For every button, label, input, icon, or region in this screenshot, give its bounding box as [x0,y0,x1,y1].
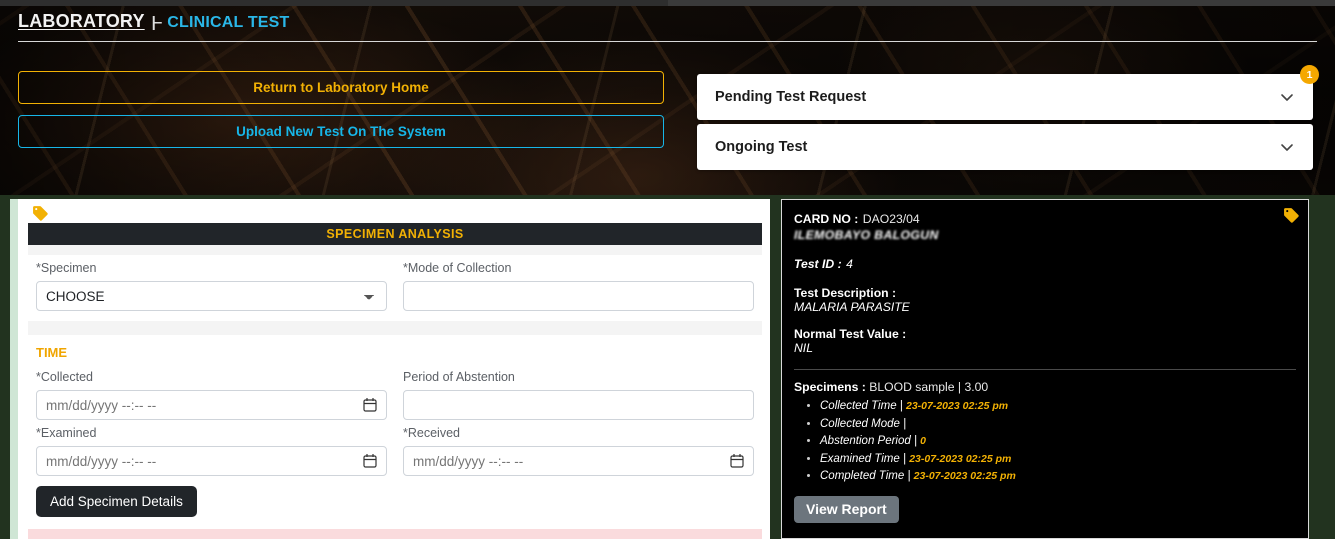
normal-test-value: NIL [794,341,813,355]
header-divider [18,41,1317,42]
accordion-ongoing-test[interactable]: Ongoing Test [697,124,1313,170]
breadcrumb: LABORATORY |– CLINICAL TEST [18,11,290,32]
accordion-ongoing-label: Ongoing Test [715,139,808,155]
header-action-buttons: Return to Laboratory Home Upload New Tes… [18,71,664,148]
time-section-heading: TIME [36,345,68,360]
detail-value: 23-07-2023 02:25 pm [913,470,1016,483]
test-id-label: Test ID : [794,257,842,271]
field-collected: *Collected [28,364,395,420]
detail-label: Examined Time | [820,452,906,465]
chevron-down-icon [1281,94,1293,101]
form-section-divider [28,321,762,335]
accordion-pending-label: Pending Test Request [715,89,867,105]
specimens-label: Specimens : [794,380,866,394]
specimen-label: *Specimen [36,261,97,275]
list-item: Collected Mode | [820,416,1296,433]
test-description-value: MALARIA PARASITE [794,300,910,314]
card-number-value: DAO23/04 [862,212,920,226]
field-mode-of-collection: *Mode of Collection [395,255,762,311]
specimen-detail-list: Collected Time | 23-07-2023 02:25 pm Col… [820,398,1296,485]
specimen-form: *Specimen CHOOSE *Mode of Collection TIM… [28,255,762,517]
examined-datetime-input[interactable] [36,446,387,476]
test-detail-card: CARD NO : DAO23/04 ILEMOBAYO BALOGUN Tes… [781,199,1309,539]
breadcrumb-laboratory-link[interactable]: LABORATORY [18,11,145,32]
specimens-row: Specimens : BLOOD sample | 3.00 [794,380,1296,394]
accordion-pending-test-request[interactable]: Pending Test Request 1 [697,65,1319,120]
specimen-analysis-panel: SPECIMEN ANALYSIS *Specimen CHOOSE *Mode… [10,199,770,539]
form-row-examined: *Examined *Received [28,420,762,476]
detail-label: Completed Time | [820,470,911,483]
test-description-label: Test Description : [794,286,897,300]
tag-icon [1283,207,1300,229]
received-label: *Received [403,426,460,440]
upload-new-test-button[interactable]: Upload New Test On The System [18,115,664,148]
field-period-of-abstention: Period of Abstention [395,364,762,420]
list-item: Collected Time | 23-07-2023 02:25 pm [820,398,1296,415]
card-number-label: CARD NO : [794,212,859,226]
field-examined: *Examined [28,420,395,476]
test-accordion-group: Pending Test Request 1 Ongoing Test [697,65,1319,170]
specimen-select[interactable]: CHOOSE [36,281,387,311]
specimens-value: BLOOD sample | 3.00 [869,380,989,394]
list-item: Examined Time | 23-07-2023 02:25 pm [820,451,1296,468]
form-row-collected: *Collected Period of Abstention [28,364,762,420]
period-of-abstention-label: Period of Abstention [403,370,515,384]
tag-icon [32,205,49,227]
pending-count-badge: 1 [1300,65,1319,84]
received-datetime-input[interactable] [403,446,754,476]
test-id-row: Test ID : 4 [794,255,1296,273]
detail-label: Collected Time | [820,400,903,412]
detail-label: Collected Mode | [820,417,907,430]
normal-test-value-label: Normal Test Value : [794,327,907,341]
collected-datetime-input[interactable] [36,390,387,420]
view-report-button[interactable]: View Report [794,495,899,523]
mode-of-collection-label: *Mode of Collection [403,261,512,275]
list-item: Abstention Period | 0 [820,433,1296,450]
field-received: *Received [395,420,762,476]
field-specimen: *Specimen CHOOSE [28,255,395,311]
test-id-value: 4 [846,257,853,271]
return-to-laboratory-home-button[interactable]: Return to Laboratory Home [18,71,664,104]
card-number-row: CARD NO : DAO23/04 [794,210,1296,228]
detail-value: 0 [920,435,927,448]
period-of-abstention-input[interactable] [403,390,754,420]
detail-label: Abstention Period | [820,435,917,448]
page-header: LABORATORY |– CLINICAL TEST Return to La… [0,6,1335,195]
detail-value: 23-07-2023 02:25 pm [905,400,1009,412]
mode-of-collection-input[interactable] [403,281,754,311]
patient-name: ILEMOBAYO BALOGUN [794,228,939,242]
breadcrumb-separator: |– [151,14,162,31]
panel-strip-top [28,245,762,255]
collected-label: *Collected [36,370,93,384]
examined-label: *Examined [36,426,97,440]
form-bottom-alert-strip [28,529,762,539]
add-specimen-details-button[interactable]: Add Specimen Details [36,486,197,517]
detail-value: 23-07-2023 02:25 pm [909,452,1012,465]
list-item: Completed Time | 23-07-2023 02:25 pm [820,468,1296,485]
panel-title: SPECIMEN ANALYSIS [28,223,762,245]
breadcrumb-current-page: CLINICAL TEST [167,14,290,31]
chevron-down-icon [1281,144,1293,151]
main-content: SPECIMEN ANALYSIS *Specimen CHOOSE *Mode… [0,195,1335,539]
card-divider [794,369,1296,370]
form-row-specimen: *Specimen CHOOSE *Mode of Collection [28,255,762,311]
